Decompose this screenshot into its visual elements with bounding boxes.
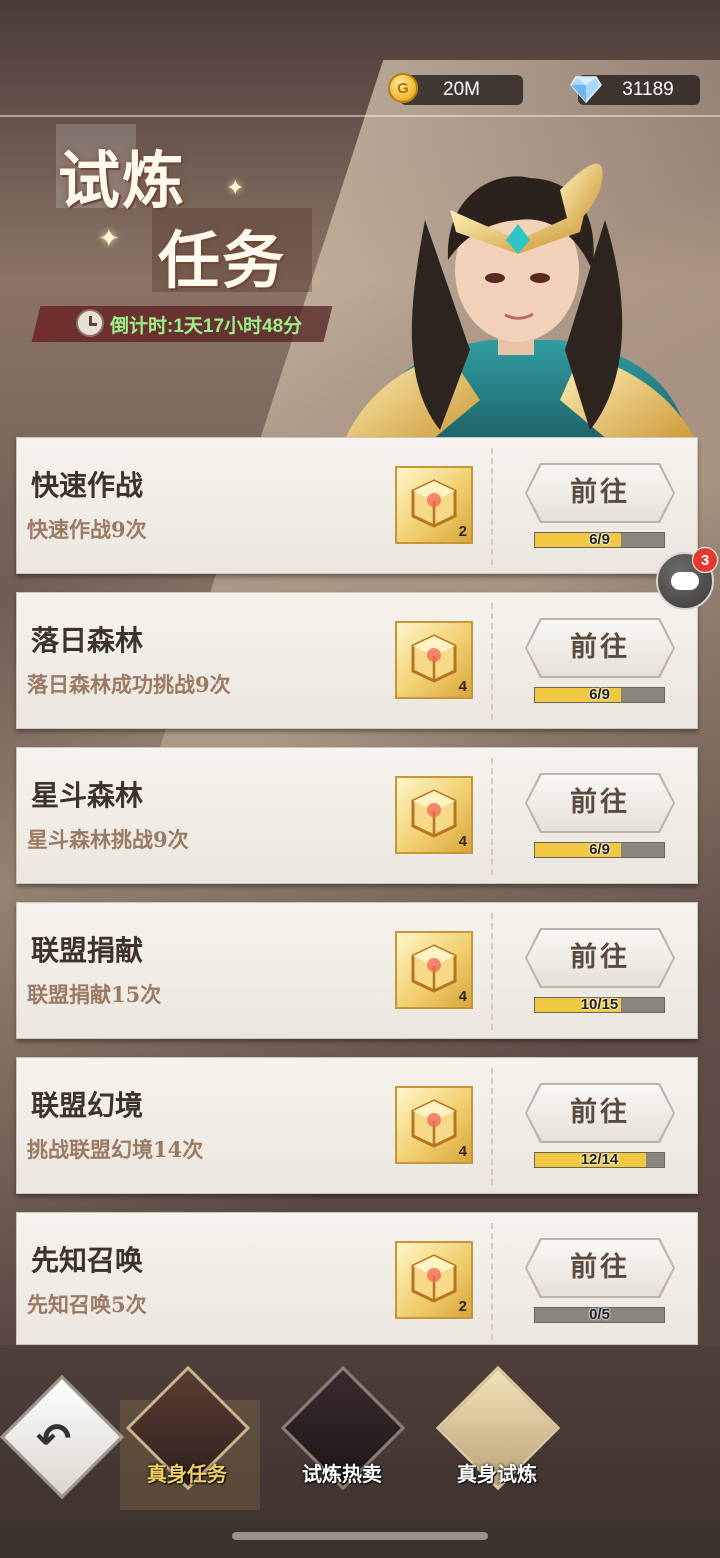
tab-label: 试炼热卖 — [302, 1462, 382, 1486]
card-divider — [491, 1223, 493, 1340]
task-title: 星斗森林 — [31, 779, 144, 812]
gold-value: 20M — [443, 79, 480, 100]
task-description: 落日森林成功挑战9次 — [27, 672, 231, 697]
reward-item[interactable]: 2 — [395, 1241, 473, 1319]
chest-icon — [411, 944, 457, 993]
chat-icon — [671, 572, 699, 590]
gold-counter[interactable]: G 20M — [388, 73, 523, 105]
task-card: 快速作战 快速作战9次 2 前往 6/9 — [16, 437, 698, 574]
progress-text: 0/5 — [589, 1306, 610, 1323]
tab-label: 真身试炼 — [457, 1462, 537, 1486]
chest-icon — [411, 1254, 457, 1303]
reward-item[interactable]: 4 — [395, 776, 473, 854]
tab-trial-sale[interactable]: 试炼热卖 — [277, 1365, 407, 1502]
task-card: 落日森林 落日森林成功挑战9次 4 前往 6/9 — [16, 592, 698, 729]
task-progress-bar: 6/9 — [534, 686, 665, 703]
task-description: 快速作战9次 — [27, 517, 147, 542]
task-progress-bar: 12/14 — [534, 1151, 665, 1168]
progress-text: 6/9 — [589, 531, 610, 548]
title-line-1: 试炼 — [58, 144, 187, 217]
hero-portrait — [340, 163, 700, 450]
task-description: 星斗森林挑战9次 — [27, 827, 189, 852]
title-line-2: 任务 — [158, 224, 287, 297]
home-indicator — [232, 1532, 488, 1540]
task-title: 联盟捐献 — [31, 934, 144, 967]
go-button[interactable]: 前往 — [527, 775, 673, 831]
reward-item[interactable]: 4 — [395, 621, 473, 699]
progress-text: 6/9 — [589, 686, 610, 703]
task-card: 联盟幻境 挑战联盟幻境14次 4 前往 12/14 — [16, 1057, 698, 1194]
go-button[interactable]: 前往 — [527, 930, 673, 986]
card-divider — [491, 1068, 493, 1185]
task-description: 挑战联盟幻境14次 — [27, 1137, 204, 1162]
go-button[interactable]: 前往 — [527, 620, 673, 676]
tab-true-body-trial[interactable]: 真身试炼 — [432, 1365, 562, 1502]
task-description: 先知召唤5次 — [27, 1292, 147, 1317]
reward-count: 4 — [458, 678, 467, 695]
chest-icon — [411, 634, 457, 683]
task-progress-bar: 10/15 — [534, 996, 665, 1013]
reward-count: 4 — [458, 988, 467, 1005]
tab-true-body-tasks[interactable]: 真身任务 — [122, 1365, 252, 1502]
chat-badge: 3 — [692, 547, 718, 573]
task-progress-bar: 0/5 — [534, 1306, 665, 1323]
task-title: 联盟幻境 — [31, 1089, 144, 1122]
top-divider — [0, 115, 720, 117]
card-divider — [491, 758, 493, 875]
task-title: 落日森林 — [31, 624, 144, 657]
go-button[interactable]: 前往 — [527, 1085, 673, 1141]
task-progress-bar: 6/9 — [534, 531, 665, 548]
gold-coin-icon: G — [388, 73, 418, 103]
task-card: 联盟捐献 联盟捐献15次 4 前往 10/15 — [16, 902, 698, 1039]
reward-count: 4 — [458, 1143, 467, 1160]
chest-icon — [411, 789, 457, 838]
progress-text: 12/14 — [580, 1151, 619, 1168]
reward-count: 2 — [458, 1298, 467, 1315]
task-card: 星斗森林 星斗森林挑战9次 4 前往 6/9 — [16, 747, 698, 884]
progress-text: 6/9 — [589, 841, 610, 858]
clock-icon — [76, 309, 104, 337]
back-arrow-icon: ↶ — [36, 1414, 72, 1463]
sparkle-icon: ✦ — [226, 176, 245, 201]
chest-icon — [411, 479, 457, 528]
diamond-icon — [570, 76, 602, 103]
reward-item[interactable]: 2 — [395, 466, 473, 544]
sparkle-icon: ✦ — [98, 224, 120, 254]
progress-text: 10/15 — [580, 996, 619, 1013]
reward-item[interactable]: 4 — [395, 1086, 473, 1164]
go-button[interactable]: 前往 — [527, 465, 673, 521]
task-card: 先知召唤 先知召唤5次 2 前往 0/5 — [16, 1212, 698, 1345]
task-description: 联盟捐献15次 — [27, 982, 162, 1007]
gem-counter[interactable]: 31189 — [570, 75, 700, 105]
go-button[interactable]: 前往 — [527, 1240, 673, 1296]
chest-icon — [411, 1099, 457, 1148]
tab-label: 真身任务 — [147, 1462, 227, 1486]
task-title: 快速作战 — [31, 469, 144, 502]
reward-item[interactable]: 4 — [395, 931, 473, 1009]
task-title: 先知召唤 — [31, 1244, 144, 1277]
reward-count: 2 — [458, 523, 467, 540]
card-divider — [491, 448, 493, 565]
reward-count: 4 — [458, 833, 467, 850]
card-divider — [491, 603, 493, 720]
card-divider — [491, 913, 493, 1030]
countdown-text: 倒计时:1天17小时48分 — [110, 315, 303, 337]
task-progress-bar: 6/9 — [534, 841, 665, 858]
